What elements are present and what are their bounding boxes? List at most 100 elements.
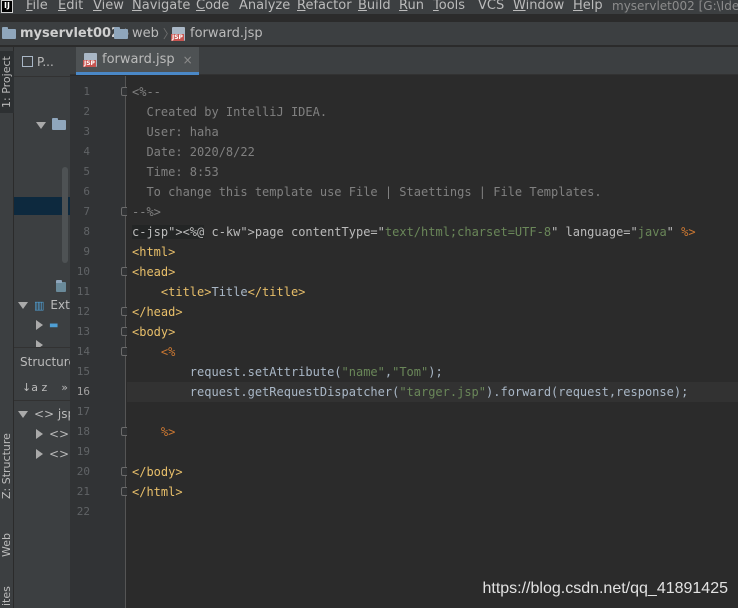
code-line[interactable]: c-jsp"><%@ c-kw">page contentType="text/… — [127, 222, 738, 242]
menu-window[interactable]: Window — [513, 0, 564, 14]
tool-tab-web[interactable]: Web — [0, 525, 14, 565]
code-line[interactable] — [127, 502, 738, 522]
menu-label: un — [407, 0, 424, 13]
code-line[interactable] — [127, 442, 738, 462]
expand-arrow-icon[interactable] — [18, 410, 28, 418]
code-line[interactable]: request.getRequestDispatcher("targer.jsp… — [127, 382, 738, 402]
code-line[interactable]: To change this template use File | Staet… — [127, 182, 738, 202]
code-line[interactable]: Time: 8:53 — [127, 162, 738, 182]
menu-mnemonic: N — [132, 0, 142, 13]
code-line-text: <head> — [132, 265, 176, 279]
menu-analyze[interactable]: Analyze — [239, 0, 290, 14]
code-line[interactable]: Created by IntelliJ IDEA. — [127, 102, 738, 122]
menu-mnemonic: V — [93, 0, 102, 13]
tree-row-external-libraries[interactable]: ▥ Ext — [14, 295, 70, 315]
line-number: 1 — [83, 85, 90, 98]
menu-edit[interactable]: Edit — [58, 0, 83, 14]
tool-tab-favorites[interactable]: ites — [0, 583, 14, 608]
code-line[interactable]: </head> — [127, 302, 738, 322]
line-number: 4 — [83, 145, 90, 158]
code-line[interactable]: <html> — [127, 242, 738, 262]
line-number: 11 — [76, 285, 90, 298]
menu-mnemonic: C — [196, 0, 206, 13]
line-number: 15 — [76, 365, 90, 378]
menu-label: iew — [101, 0, 124, 13]
tool-tab-project[interactable]: 1: Project — [0, 51, 14, 113]
code-line-text: %> — [132, 425, 176, 439]
menu-tools[interactable]: Tools — [433, 0, 465, 14]
tree-row-library[interactable] — [14, 277, 70, 297]
window-title: myservlet002 [G:\Idea — [612, 0, 738, 13]
code-line-text: </html> — [132, 485, 183, 499]
code-line[interactable]: --%> — [127, 202, 738, 222]
collapse-arrow-icon[interactable] — [36, 429, 43, 439]
intellij-logo-icon: IJ — [1, 0, 13, 13]
menu-label: ile — [32, 0, 48, 13]
line-number: 12 — [76, 305, 90, 318]
vertical-scrollbar[interactable] — [62, 167, 68, 263]
collapse-arrow-icon[interactable] — [36, 320, 43, 330]
breadcrumb-folder[interactable]: web 〉 — [114, 22, 179, 46]
menu-file[interactable]: File — [26, 0, 48, 14]
jsp-file-icon — [83, 52, 97, 67]
tree-row-library-item[interactable]: ▬ — [14, 315, 70, 335]
code-line-text: <title>Title</title> — [160, 285, 306, 299]
tree-row-project[interactable] — [14, 115, 70, 135]
code-line[interactable]: %> — [127, 422, 738, 442]
code-line-text: Time: 8:53 — [132, 165, 219, 179]
jsp-file-icon — [171, 27, 185, 41]
menu-vcs[interactable]: VCS — [478, 0, 504, 14]
menu-view[interactable]: View — [93, 0, 124, 14]
code-line[interactable]: <head> — [127, 262, 738, 282]
menu-label: uild — [366, 0, 391, 13]
line-number: 14 — [76, 345, 90, 358]
code-line[interactable]: </html> — [127, 482, 738, 502]
menu-navigate[interactable]: Navigate — [132, 0, 190, 14]
menu-mnemonic: H — [573, 0, 583, 13]
project-panel-tab[interactable]: P... — [14, 47, 70, 77]
structure-tree-row[interactable]: <> — [14, 424, 70, 444]
code-line[interactable] — [127, 402, 738, 422]
code-line-text: User: haha — [132, 125, 219, 139]
code-line-text: <%-- — [132, 85, 161, 99]
code-line[interactable]: <body> — [127, 322, 738, 342]
line-number: 6 — [83, 185, 90, 198]
code-line[interactable]: <%-- — [127, 82, 738, 102]
structure-tree-row[interactable]: <> jsp — [14, 404, 70, 424]
code-line[interactable]: Date: 2020/8/22 — [127, 142, 738, 162]
menu-code[interactable]: Code — [196, 0, 229, 14]
code-line[interactable]: request.setAttribute("name","Tom"); — [127, 362, 738, 382]
line-number: 20 — [76, 465, 90, 478]
line-number: 5 — [83, 165, 90, 178]
menu-refactor[interactable]: Refactor — [297, 0, 352, 14]
line-number: 21 — [76, 485, 90, 498]
code-line-text: --%> — [132, 205, 161, 219]
menu-mnemonic: B — [358, 0, 367, 13]
menu-label: efactor — [305, 0, 352, 13]
expand-arrow-icon[interactable] — [36, 121, 46, 129]
sort-alphabetically-icon[interactable]: ↓a z — [22, 381, 47, 394]
line-number: 13 — [76, 325, 90, 338]
more-actions-icon[interactable]: » — [61, 381, 68, 394]
menu-label: indow — [525, 0, 565, 13]
code-line-text: Created by IntelliJ IDEA. — [132, 105, 328, 119]
tool-tab-structure[interactable]: Z: Structure — [0, 427, 14, 505]
code-line[interactable]: User: haha — [127, 122, 738, 142]
code-line[interactable]: <title>Title</title> — [127, 282, 738, 302]
editor-tab-forward-jsp[interactable]: forward.jsp × — [76, 47, 199, 75]
expand-arrow-icon[interactable] — [18, 301, 28, 309]
structure-tree-row[interactable]: <> — [14, 444, 70, 464]
menu-mnemonic: W — [513, 0, 526, 13]
close-tab-icon[interactable]: × — [183, 53, 193, 67]
code-line-text: c-jsp"><%@ c-kw">page contentType="text/… — [132, 225, 696, 239]
menu-build[interactable]: Build — [358, 0, 391, 14]
code-line[interactable]: </body> — [127, 462, 738, 482]
menu-run[interactable]: Run — [399, 0, 424, 14]
menu-label: ools — [438, 0, 466, 13]
code-line[interactable]: <% — [127, 342, 738, 362]
collapse-arrow-icon[interactable] — [36, 449, 43, 459]
line-number: 19 — [76, 445, 90, 458]
menu-help[interactable]: Help — [573, 0, 603, 14]
breadcrumb-file[interactable]: forward.jsp — [171, 22, 263, 46]
code-editor[interactable]: <%-- Created by IntelliJ IDEA. User: hah… — [127, 76, 738, 608]
